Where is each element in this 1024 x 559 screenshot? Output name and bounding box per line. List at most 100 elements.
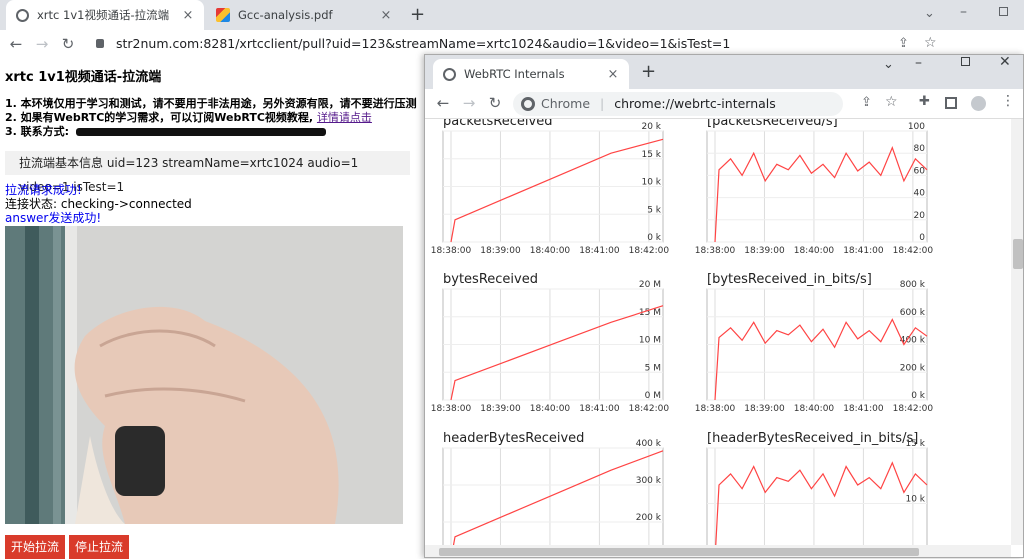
close-tab-icon[interactable]: × bbox=[180, 8, 196, 23]
globe-icon bbox=[16, 8, 29, 22]
chart-x-tick: 18:41:00 bbox=[843, 404, 884, 414]
chart-y-tick: 10 k bbox=[905, 495, 925, 505]
main-tab-bar: xrtc 1v1视频通话-拉流端 × Gcc-analysis.pdf × + bbox=[0, 0, 1024, 30]
reload-icon[interactable]: ↻ bbox=[485, 93, 505, 113]
maximize-icon[interactable] bbox=[961, 57, 970, 66]
chart-x-tick: 18:40:00 bbox=[794, 246, 835, 256]
close-window-icon[interactable]: ✕ bbox=[999, 55, 1011, 70]
start-pull-button[interactable]: 开始拉流 bbox=[5, 535, 66, 559]
globe-icon bbox=[443, 67, 456, 81]
lock-icon[interactable] bbox=[96, 39, 104, 48]
back-icon[interactable]: ← bbox=[433, 93, 453, 113]
vertical-scrollbar[interactable] bbox=[1011, 119, 1023, 545]
chrome-icon bbox=[521, 97, 535, 111]
chart-y-tick: 60 bbox=[914, 166, 926, 176]
new-tab-button[interactable]: + bbox=[641, 61, 656, 82]
chart-x-tick: 18:42:00 bbox=[893, 246, 934, 256]
share-icon[interactable]: ⇪ bbox=[861, 95, 872, 110]
chart-y-tick: 5 M bbox=[645, 363, 661, 373]
chart-x-tick: 18:38:00 bbox=[431, 246, 472, 256]
chart-y-tick: 0 k bbox=[911, 391, 926, 401]
scroll-thumb[interactable] bbox=[1013, 239, 1023, 269]
chart-y-tick: 15 k bbox=[905, 439, 925, 449]
chart-x-tick: 18:39:00 bbox=[480, 404, 521, 414]
notice-3: 3. 联系方式: bbox=[5, 123, 326, 139]
webrtc-content: packetsReceived 18:38:00 18:39:00 18:40:00 1… bbox=[425, 119, 1011, 545]
chart-plot-area bbox=[706, 447, 928, 545]
tab-title: xrtc 1v1视频通话-拉流端 bbox=[37, 8, 170, 22]
chart-x-tick: 18:39:00 bbox=[744, 404, 785, 414]
log-answer-sent: answer发送成功! bbox=[5, 211, 102, 225]
minimize-icon[interactable]: – bbox=[915, 55, 922, 71]
chart-title: [bytesReceived_in_bits/s] bbox=[707, 272, 872, 287]
omnibox-url: chrome://webrtc-internals bbox=[614, 96, 776, 111]
extensions-icon[interactable]: ✚ bbox=[919, 94, 930, 109]
chart-y-tick: 80 bbox=[914, 144, 926, 154]
chart-x-tick: 18:42:00 bbox=[893, 404, 934, 414]
close-tab-icon[interactable]: × bbox=[378, 8, 394, 23]
close-tab-icon[interactable]: × bbox=[605, 67, 621, 82]
chart-y-tick: 15 k bbox=[641, 150, 661, 160]
chart-y-tick: 800 k bbox=[900, 280, 926, 290]
forward-icon[interactable]: → bbox=[32, 34, 52, 54]
back-icon[interactable]: ← bbox=[6, 34, 26, 54]
chart-y-tick: 10 k bbox=[641, 178, 661, 188]
chart-x-tick: 18:38:00 bbox=[695, 404, 736, 414]
reload-icon[interactable]: ↻ bbox=[58, 34, 78, 54]
tab-title: Gcc-analysis.pdf bbox=[238, 8, 333, 22]
chart-y-tick: 100 bbox=[908, 122, 925, 132]
bookmark-star-icon[interactable]: ☆ bbox=[924, 35, 937, 51]
url-field[interactable]: str2num.com:8281/xrtcclient/pull?uid=123… bbox=[116, 33, 906, 55]
chart-y-tick: 200 k bbox=[636, 513, 662, 523]
chart-x-tick: 18:42:00 bbox=[629, 404, 670, 414]
chart-title: [headerBytesReceived_in_bits/s] bbox=[707, 431, 918, 446]
pdf-cube-icon bbox=[216, 8, 230, 22]
tab-webrtc-internals[interactable]: WebRTC Internals × bbox=[433, 59, 629, 89]
tab-search-icon[interactable]: ⌄ bbox=[883, 57, 894, 72]
webrtc-tab-bar: WebRTC Internals × + ⌄ – ✕ bbox=[425, 55, 1023, 89]
chart-y-tick: 400 k bbox=[636, 439, 662, 449]
chart-title: bytesReceived bbox=[443, 272, 538, 287]
side-panel-icon[interactable] bbox=[945, 97, 957, 109]
chart-y-tick: 300 k bbox=[636, 476, 662, 486]
chart-x-tick: 18:42:00 bbox=[629, 246, 670, 256]
minimize-icon[interactable]: – bbox=[960, 4, 967, 20]
scroll-thumb[interactable] bbox=[439, 548, 919, 556]
webrtc-url-field[interactable]: Chrome | chrome://webrtc-internals bbox=[513, 92, 843, 116]
chart-y-tick: 0 M bbox=[645, 391, 661, 401]
stats-charts: packetsReceived 18:38:00 18:39:00 18:40:00 1… bbox=[431, 119, 934, 545]
page-content: xrtc 1v1视频通话-拉流端 1. 本环境仅用于学习和测试，请不要用于非法用… bbox=[0, 58, 420, 559]
share-icon[interactable]: ⇪ bbox=[898, 36, 909, 51]
chart-x-tick: 18:41:00 bbox=[579, 246, 620, 256]
forward-icon[interactable]: → bbox=[459, 93, 479, 113]
chart-x-tick: 18:41:00 bbox=[579, 404, 620, 414]
tab-search-icon[interactable]: ⌄ bbox=[924, 6, 935, 21]
new-tab-button[interactable]: + bbox=[410, 4, 425, 25]
menu-kebab-icon[interactable]: ⋮ bbox=[1001, 93, 1015, 109]
chart-y-tick: 10 M bbox=[639, 336, 661, 346]
chart-x-tick: 18:40:00 bbox=[794, 404, 835, 414]
chart-y-tick: 20 k bbox=[641, 122, 661, 132]
tab-title: WebRTC Internals bbox=[464, 67, 565, 81]
stream-info-box: 拉流端基本信息 uid=123 streamName=xrtc1024 audi… bbox=[5, 151, 410, 194]
horizontal-scrollbar[interactable] bbox=[425, 545, 1011, 557]
chart-y-tick: 0 bbox=[919, 233, 925, 243]
remote-video bbox=[5, 226, 403, 524]
webrtc-internals-window: WebRTC Internals × + ⌄ – ✕ ← → ↻ Chrome … bbox=[424, 54, 1024, 558]
omnibox-chip: Chrome bbox=[541, 96, 591, 111]
chart-title: [packetsReceived/s] bbox=[707, 119, 838, 129]
redaction-mark bbox=[75, 128, 326, 136]
chart-x-tick: 18:40:00 bbox=[530, 246, 571, 256]
chart-y-tick: 5 k bbox=[647, 205, 662, 215]
tab-xrtc-pull[interactable]: xrtc 1v1视频通话-拉流端 × bbox=[6, 0, 204, 30]
chart-y-tick: 600 k bbox=[900, 308, 926, 318]
bookmark-star-icon[interactable]: ☆ bbox=[885, 94, 898, 110]
stop-pull-button[interactable]: 停止拉流 bbox=[69, 535, 130, 559]
page-title: xrtc 1v1视频通话-拉流端 bbox=[5, 70, 162, 85]
profile-avatar-icon[interactable] bbox=[971, 96, 986, 111]
chart-y-tick: 0 k bbox=[647, 233, 662, 243]
chart-plot-area bbox=[706, 130, 928, 243]
chart-title: headerBytesReceived bbox=[443, 431, 584, 446]
tab-gcc-pdf[interactable]: Gcc-analysis.pdf × bbox=[206, 0, 402, 30]
restore-icon[interactable] bbox=[999, 7, 1008, 16]
